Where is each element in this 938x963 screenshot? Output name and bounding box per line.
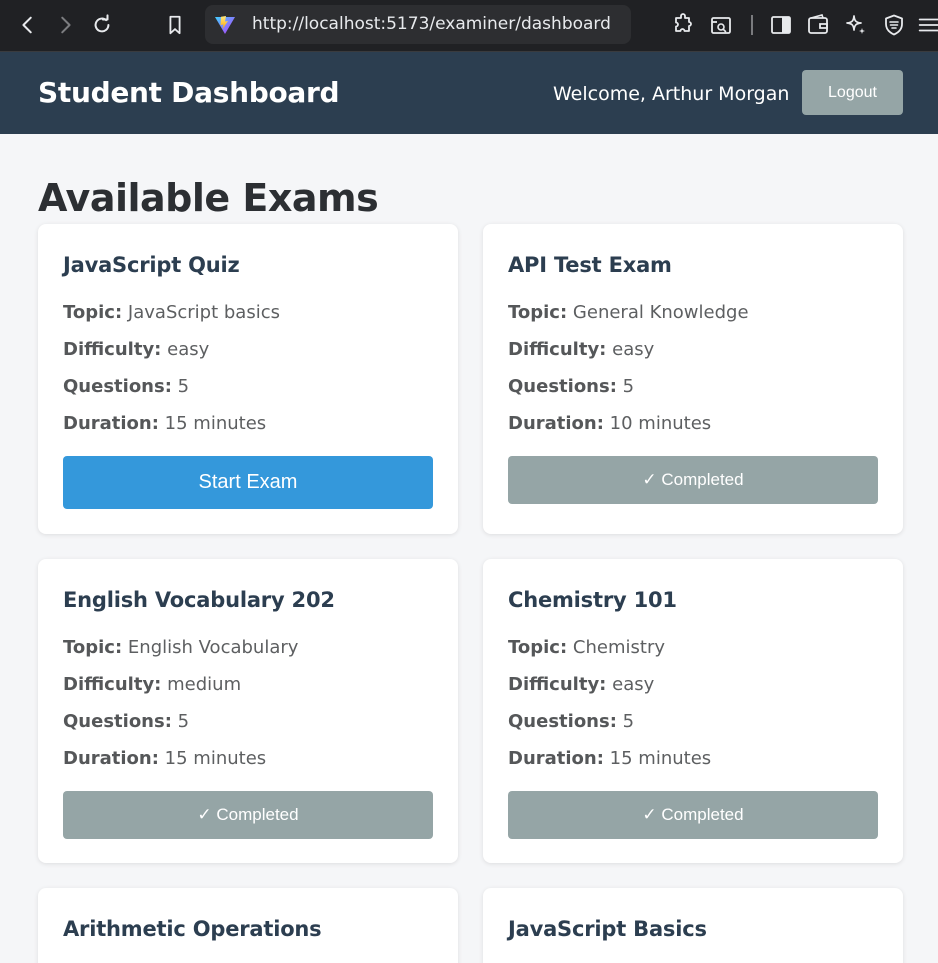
exam-card: JavaScript Basics [483,888,903,963]
wallet-icon[interactable] [805,12,831,38]
welcome-message: Welcome, Arthur Morgan [553,83,790,105]
questions-label: Questions: [63,711,172,732]
shield-icon[interactable] [881,12,907,38]
search-tab-icon[interactable] [708,12,734,38]
exam-questions: Questions: 5 [508,711,634,732]
questions-value: 5 [177,711,190,732]
reload-icon[interactable] [87,10,117,40]
app-title: Student Dashboard [38,76,340,109]
duration-value: 15 minutes [164,413,267,434]
topic-value: Chemistry [572,637,665,658]
questions-label: Questions: [508,711,617,732]
topic-value: JavaScript basics [127,302,280,323]
exam-questions: Questions: 5 [63,711,189,732]
exam-topic: Topic: JavaScript basics [63,302,280,323]
menu-icon[interactable] [916,12,938,38]
questions-label: Questions: [508,376,617,397]
difficulty-label: Difficulty: [508,674,607,695]
exam-duration: Duration: 15 minutes [63,748,266,769]
exam-questions: Questions: 5 [508,376,634,397]
exam-duration: Duration: 10 minutes [508,413,711,434]
exam-card: API Test Exam Topic: General Knowledge D… [483,224,903,534]
exam-title: Arithmetic Operations [63,917,322,941]
exam-card: JavaScript Quiz Topic: JavaScript basics… [38,224,458,534]
exam-card: English Vocabulary 202 Topic: English Vo… [38,559,458,863]
duration-label: Duration: [63,748,159,769]
exam-topic: Topic: English Vocabulary [63,637,298,658]
duration-value: 15 minutes [164,748,267,769]
topic-label: Topic: [63,302,123,323]
duration-label: Duration: [508,413,604,434]
topic-label: Topic: [63,637,123,658]
topic-value: General Knowledge [572,302,749,323]
completed-button: ✓ Completed [508,791,878,839]
page-title: Available Exams [38,176,379,220]
toolbar-divider [751,15,753,35]
start-exam-button[interactable]: Start Exam [63,456,433,509]
difficulty-value: medium [167,674,242,695]
exam-questions: Questions: 5 [63,376,189,397]
duration-label: Duration: [508,748,604,769]
exam-title: Chemistry 101 [508,588,677,612]
topic-value: English Vocabulary [127,637,299,658]
duration-value: 10 minutes [609,413,712,434]
exam-difficulty: Difficulty: medium [63,674,241,695]
difficulty-value: easy [167,339,210,360]
difficulty-value: easy [612,674,655,695]
browser-toolbar: http://localhost:5173/examiner/dashboard [0,0,938,52]
exam-title: API Test Exam [508,253,672,277]
questions-value: 5 [622,376,635,397]
exam-title: JavaScript Quiz [63,253,240,277]
questions-value: 5 [177,376,190,397]
difficulty-label: Difficulty: [63,674,162,695]
exam-duration: Duration: 15 minutes [508,748,711,769]
exam-topic: Topic: Chemistry [508,637,665,658]
ai-sparkle-icon[interactable] [843,12,869,38]
completed-button: ✓ Completed [63,791,433,839]
back-icon[interactable] [13,10,43,40]
exam-topic: Topic: General Knowledge [508,302,749,323]
questions-label: Questions: [63,376,172,397]
exam-duration: Duration: 15 minutes [63,413,266,434]
app-header: Student Dashboard Welcome, Arthur Morgan… [0,52,938,134]
duration-value: 15 minutes [609,748,712,769]
exam-card: Arithmetic Operations [38,888,458,963]
exam-title: JavaScript Basics [508,917,707,941]
exam-title: English Vocabulary 202 [63,588,335,612]
forward-icon[interactable] [50,10,80,40]
extensions-icon[interactable] [671,12,697,38]
topic-label: Topic: [508,637,568,658]
vite-logo-icon [215,16,235,34]
exam-difficulty: Difficulty: easy [508,339,654,360]
bookmark-icon[interactable] [160,10,190,40]
exam-difficulty: Difficulty: easy [63,339,209,360]
difficulty-value: easy [612,339,655,360]
completed-button: ✓ Completed [508,456,878,504]
duration-label: Duration: [63,413,159,434]
address-bar[interactable]: http://localhost:5173/examiner/dashboard [205,5,631,44]
url-text[interactable]: http://localhost:5173/examiner/dashboard [252,14,611,34]
difficulty-label: Difficulty: [63,339,162,360]
logout-button[interactable]: Logout [802,70,903,115]
exam-difficulty: Difficulty: easy [508,674,654,695]
difficulty-label: Difficulty: [508,339,607,360]
exam-card: Chemistry 101 Topic: Chemistry Difficult… [483,559,903,863]
questions-value: 5 [622,711,635,732]
sidebar-icon[interactable] [768,12,794,38]
topic-label: Topic: [508,302,568,323]
